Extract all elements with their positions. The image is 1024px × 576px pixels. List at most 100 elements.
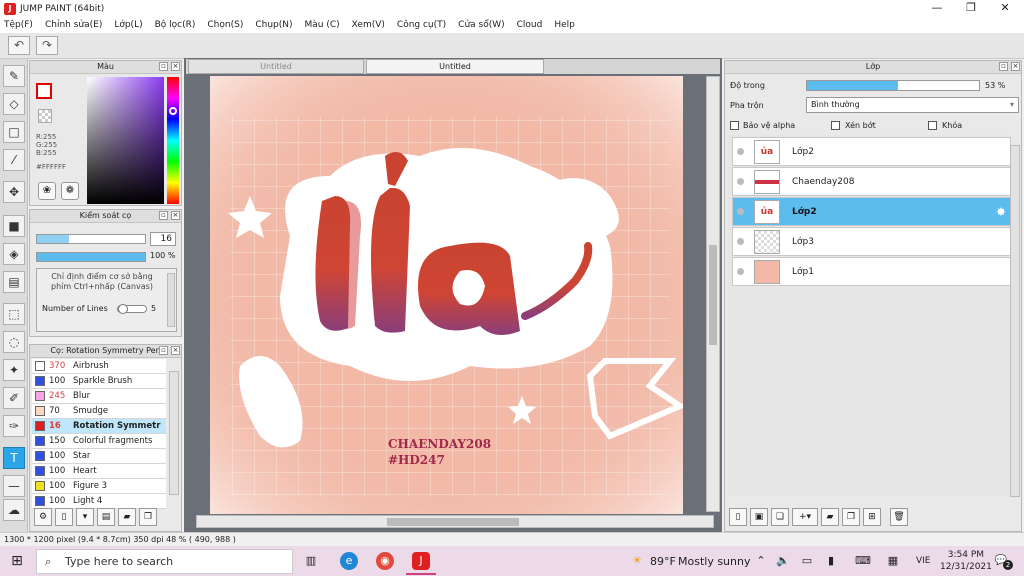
panel-close-icon[interactable]: ×	[171, 211, 180, 220]
line-tool-icon[interactable]: —	[3, 475, 25, 497]
menu-capture[interactable]: Chụp(N)	[255, 20, 292, 30]
panel-close-icon[interactable]: ×	[171, 346, 180, 355]
network-icon[interactable]: ▭	[798, 552, 816, 570]
select-pen-tool-icon[interactable]: ✐	[3, 387, 25, 409]
menu-tools[interactable]: Công cụ(T)	[397, 20, 446, 30]
brush-edit-icon[interactable]: ▤	[97, 508, 115, 526]
options-scrollbar[interactable]	[167, 273, 175, 327]
weather-text[interactable]: Mostly sunny	[678, 555, 750, 568]
tray-chevron-up-icon[interactable]: ⌃	[752, 552, 770, 570]
panel-float-icon[interactable]: ▫	[159, 346, 168, 355]
close-button[interactable]: ✕	[988, 0, 1022, 17]
brush-opacity-slider[interactable]	[36, 252, 146, 262]
brush-menu-icon[interactable]: ▾	[76, 508, 94, 526]
brush-tool-icon[interactable]: ⁄	[3, 149, 25, 171]
layer-settings-gear-icon[interactable]: ✸	[996, 205, 1006, 219]
touch-keyboard-icon[interactable]: ▦	[884, 552, 902, 570]
lock-toggle[interactable]: Khóa	[928, 121, 962, 130]
merge-layer-icon[interactable]: ⊞	[863, 508, 881, 526]
select-rect-tool-icon[interactable]: ⬚	[3, 303, 25, 325]
menu-color[interactable]: Màu (C)	[305, 20, 340, 30]
foreground-color-swatch[interactable]	[36, 83, 52, 99]
hue-slider[interactable]	[167, 77, 179, 204]
menu-edit[interactable]: Chỉnh sửa(E)	[45, 20, 102, 30]
copy-layer-icon[interactable]: ❐	[842, 508, 860, 526]
tab-untitled-1[interactable]: Untitled	[188, 59, 364, 74]
brush-folder-icon[interactable]: ▰	[118, 508, 136, 526]
new-raster-layer-icon[interactable]: ▣	[750, 508, 768, 526]
canvas-vertical-scrollbar[interactable]	[706, 76, 720, 512]
brush-size-input[interactable]: 16	[150, 232, 176, 246]
panel-close-icon[interactable]: ×	[171, 62, 180, 71]
layer-visibility-icon[interactable]	[737, 208, 744, 215]
gradient-tool-icon[interactable]: ▤	[3, 271, 25, 293]
cloud-tool-icon[interactable]: ☁	[3, 499, 25, 521]
brush-list-item[interactable]: 100 Sparkle Brush	[32, 374, 166, 389]
pen-tool-icon[interactable]: ✎	[3, 65, 25, 87]
menu-help[interactable]: Help	[554, 20, 575, 30]
undo-button[interactable]: ↶	[8, 36, 30, 55]
layer-visibility-icon[interactable]	[737, 148, 744, 155]
brush-list-item[interactable]: 70 Smudge	[32, 404, 166, 419]
new-layer-icon[interactable]: ▯	[729, 508, 747, 526]
bucket-tool-icon[interactable]: ◈	[3, 243, 25, 265]
menu-layer[interactable]: Lớp(L)	[114, 20, 142, 30]
brush-list-item[interactable]: 100 Figure 3	[32, 479, 166, 494]
menu-file[interactable]: Tệp(F)	[4, 20, 33, 30]
brush-list-item[interactable]: 100 Light 4	[32, 494, 166, 509]
layer-row[interactable]: Chaenday208	[732, 167, 1011, 196]
layer-row[interactable]: Lớp3	[732, 227, 1011, 256]
layer-row[interactable]: ủa Lớp2 ✸	[732, 197, 1011, 226]
new-brush-icon[interactable]: ▯	[55, 508, 73, 526]
menu-select[interactable]: Chọn(S)	[207, 20, 243, 30]
input-language[interactable]: VIE	[916, 556, 931, 566]
edge-icon[interactable]: e	[340, 552, 358, 570]
brush-list-item[interactable]: 150 Colorful fragments	[32, 434, 166, 449]
panel-close-icon[interactable]: ×	[1011, 62, 1020, 71]
menu-filter[interactable]: Bộ lọc(R)	[155, 20, 196, 30]
move-tool-icon[interactable]: ✥	[3, 181, 25, 203]
clip-toggle[interactable]: Xén bớt	[831, 121, 876, 130]
menu-view[interactable]: Xem(V)	[352, 20, 385, 30]
brush-list-item[interactable]: 100 Heart	[32, 464, 166, 479]
panel-float-icon[interactable]: ▫	[159, 211, 168, 220]
battery-icon[interactable]: ▮	[822, 552, 840, 570]
redo-button[interactable]: ↷	[36, 36, 58, 55]
brush-list-item[interactable]: 370 Airbrush	[32, 359, 166, 374]
transparent-color-swatch[interactable]	[38, 109, 52, 123]
menu-cloud[interactable]: Cloud	[517, 20, 543, 30]
hue-handle[interactable]	[169, 107, 177, 115]
color-picker-icon[interactable]: ❁	[61, 182, 79, 200]
brush-list-item[interactable]: 16 Rotation Symmetr	[32, 419, 166, 434]
layer-opacity-slider[interactable]	[806, 80, 980, 91]
shape-tool-icon[interactable]: □	[3, 121, 25, 143]
jump-paint-taskbar-icon[interactable]: J	[412, 552, 430, 570]
canvas[interactable]: CHAENDAY208 #HD247	[210, 76, 683, 514]
clock[interactable]: 3:54 PM 12/31/2021	[940, 549, 992, 573]
magic-wand-tool-icon[interactable]: ✦	[3, 359, 25, 381]
minimize-button[interactable]: —	[920, 0, 954, 17]
fill-rect-tool-icon[interactable]: ■	[3, 215, 25, 237]
chrome-icon[interactable]: ◉	[376, 552, 394, 570]
layer-row[interactable]: Lớp1	[732, 257, 1011, 286]
lines-slider[interactable]	[117, 304, 147, 314]
panel-float-icon[interactable]: ▫	[159, 62, 168, 71]
brush-list-scrollbar[interactable]	[169, 371, 179, 495]
brush-settings-icon[interactable]: ⚙	[34, 508, 52, 526]
keyboard-icon[interactable]: ⌨	[854, 552, 872, 570]
windows-start-icon[interactable]: ⊞	[8, 552, 26, 570]
palette-icon[interactable]: ❀	[38, 182, 56, 200]
alpha-protect-toggle[interactable]: Bảo vệ alpha	[730, 121, 795, 130]
layer-visibility-icon[interactable]	[737, 178, 744, 185]
task-view-icon[interactable]: ▥	[302, 552, 320, 570]
layer-row[interactable]: ủa Lớp2	[732, 137, 1011, 166]
layer-list-scrollbar[interactable]	[1010, 145, 1020, 497]
text-tool-icon[interactable]: T	[3, 447, 25, 469]
select-eraser-tool-icon[interactable]: ✑	[3, 415, 25, 437]
lasso-tool-icon[interactable]: ◌	[3, 331, 25, 353]
duplicate-layer-icon[interactable]: ❏	[771, 508, 789, 526]
tab-untitled-2[interactable]: Untitled	[366, 59, 544, 74]
brush-copy-icon[interactable]: ❐	[139, 508, 157, 526]
layer-folder-icon[interactable]: ▰	[821, 508, 839, 526]
taskbar-search[interactable]: ⌕ Type here to search	[36, 549, 293, 574]
